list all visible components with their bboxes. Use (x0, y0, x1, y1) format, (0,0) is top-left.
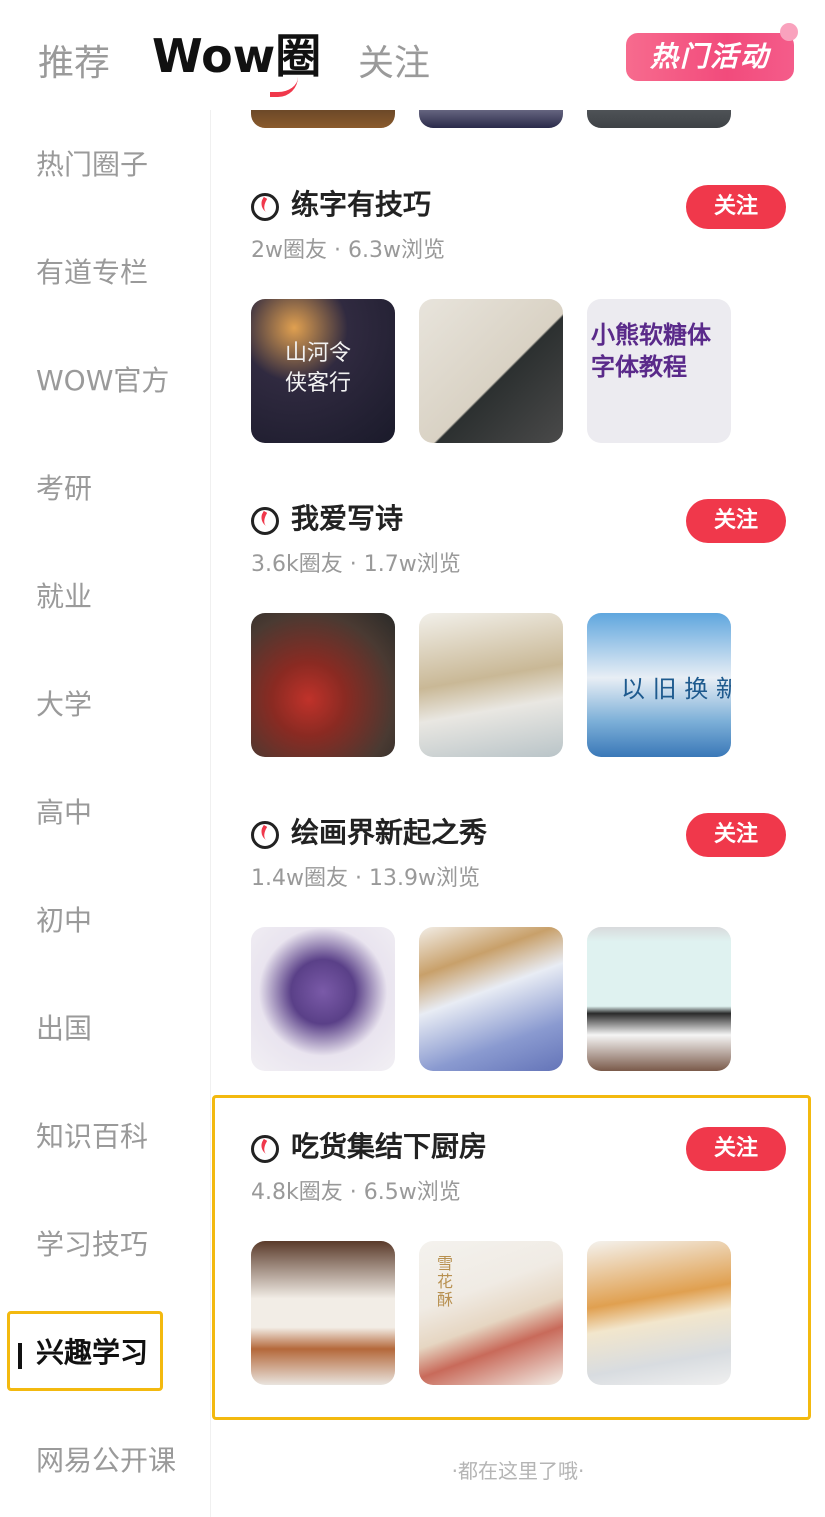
thumbnail-image[interactable]: 山河令 侠客行 (251, 299, 395, 443)
member-count: 1.4w圈友 (251, 866, 348, 891)
thumbnail-caption: 山河令 侠客行 (285, 341, 352, 396)
stats-separator: · (342, 552, 364, 577)
hot-activity-button[interactable]: 热门活动 (626, 23, 798, 81)
view-count: 1.7w浏览 (363, 552, 461, 577)
circle-card[interactable]: 绘画界新起之秀 1.4w圈友 · 13.9w浏览 关注 (211, 813, 825, 1127)
thumbnail-image[interactable] (251, 613, 395, 757)
circle-title[interactable]: 我爱写诗 (291, 499, 403, 539)
sidebar-item-postgrad-exam[interactable]: 考研 (36, 469, 92, 509)
stats-separator: · (327, 238, 348, 263)
view-count: 6.3w浏览 (347, 238, 445, 263)
thumbnail-image[interactable] (419, 110, 563, 128)
sidebar-item-university[interactable]: 大学 (36, 685, 92, 725)
follow-button[interactable]: 关注 (686, 185, 786, 229)
sidebar-item-hot-circles[interactable]: 热门圈子 (36, 145, 148, 185)
sidebar-item-encyclopedia[interactable]: 知识百科 (36, 1117, 148, 1157)
thumbnail-image[interactable] (419, 613, 563, 757)
sidebar-item-wow-official[interactable]: WOW官方 (36, 361, 169, 401)
tab-wow-circle[interactable]: Wow圈 (152, 28, 321, 97)
sidebar-item-study-tips[interactable]: 学习技巧 (36, 1225, 148, 1265)
sparkle-icon (780, 23, 798, 41)
tab-follow[interactable]: 关注 (358, 40, 430, 88)
end-of-list-note: ·都在这里了哦· (451, 1459, 585, 1483)
thumbnail-caption: 小熊软糖体 字体教程 (591, 320, 711, 381)
sidebar-item-middle-school[interactable]: 初中 (36, 901, 92, 941)
circle-logo-icon (251, 821, 279, 849)
circle-title[interactable]: 绘画界新起之秀 (291, 813, 487, 853)
thumbnail-image[interactable] (419, 299, 563, 443)
thumbnail-image[interactable] (251, 927, 395, 1071)
top-header: 推荐 Wow圈 关注 热门活动 (0, 0, 825, 110)
category-sidebar: 热门圈子 有道专栏 WOW官方 考研 就业 大学 高中 初中 出国 知识百科 学… (0, 110, 211, 1517)
follow-button[interactable]: 关注 (686, 499, 786, 543)
circle-logo-icon (251, 507, 279, 535)
follow-button[interactable]: 关注 (686, 813, 786, 857)
thumbnail-image[interactable]: 以 旧 换 新 (587, 613, 731, 757)
thumbnail-image[interactable] (587, 110, 731, 128)
sidebar-item-study-abroad[interactable]: 出国 (36, 1009, 92, 1049)
sidebar-item-employment[interactable]: 就业 (36, 577, 92, 617)
circle-stats: 3.6k圈友 · 1.7w浏览 (251, 549, 461, 581)
sidebar-item-high-school[interactable]: 高中 (36, 793, 92, 833)
thumbnail-image[interactable] (419, 927, 563, 1071)
circle-title[interactable]: 练字有技巧 (291, 185, 431, 225)
selection-highlight (7, 1311, 163, 1391)
hot-activity-label: 热门活动 (649, 40, 770, 73)
circle-stats: 2w圈友 · 6.3w浏览 (251, 235, 445, 267)
active-tab-underline (270, 72, 298, 97)
tab-recommend[interactable]: 推荐 (38, 40, 110, 88)
member-count: 3.6k圈友 (251, 552, 343, 577)
thumbnail-caption: 以 旧 换 新 (621, 675, 731, 703)
circle-logo-icon (251, 193, 279, 221)
circle-card[interactable]: 练字有技巧 2w圈友 · 6.3w浏览 关注 山河令 侠客行 小熊软糖体 字体教… (211, 185, 825, 499)
circle-list: 练字有技巧 2w圈友 · 6.3w浏览 关注 山河令 侠客行 小熊软糖体 字体教… (211, 110, 825, 1517)
thumbnail-image[interactable] (587, 927, 731, 1071)
thumbnail-image[interactable] (251, 110, 395, 128)
circle-card[interactable]: 我爱写诗 3.6k圈友 · 1.7w浏览 关注 以 旧 换 新 (211, 499, 825, 813)
card-highlight-frame (212, 1095, 811, 1420)
sidebar-item-youdao-column[interactable]: 有道专栏 (36, 253, 148, 293)
stats-separator: · (347, 866, 369, 891)
thumbnail-image[interactable]: 小熊软糖体 字体教程 (587, 299, 731, 443)
view-count: 13.9w浏览 (368, 866, 480, 891)
circle-stats: 1.4w圈友 · 13.9w浏览 (251, 863, 480, 895)
member-count: 2w圈友 (251, 238, 327, 263)
sidebar-item-open-course[interactable]: 网易公开课 (36, 1441, 176, 1481)
